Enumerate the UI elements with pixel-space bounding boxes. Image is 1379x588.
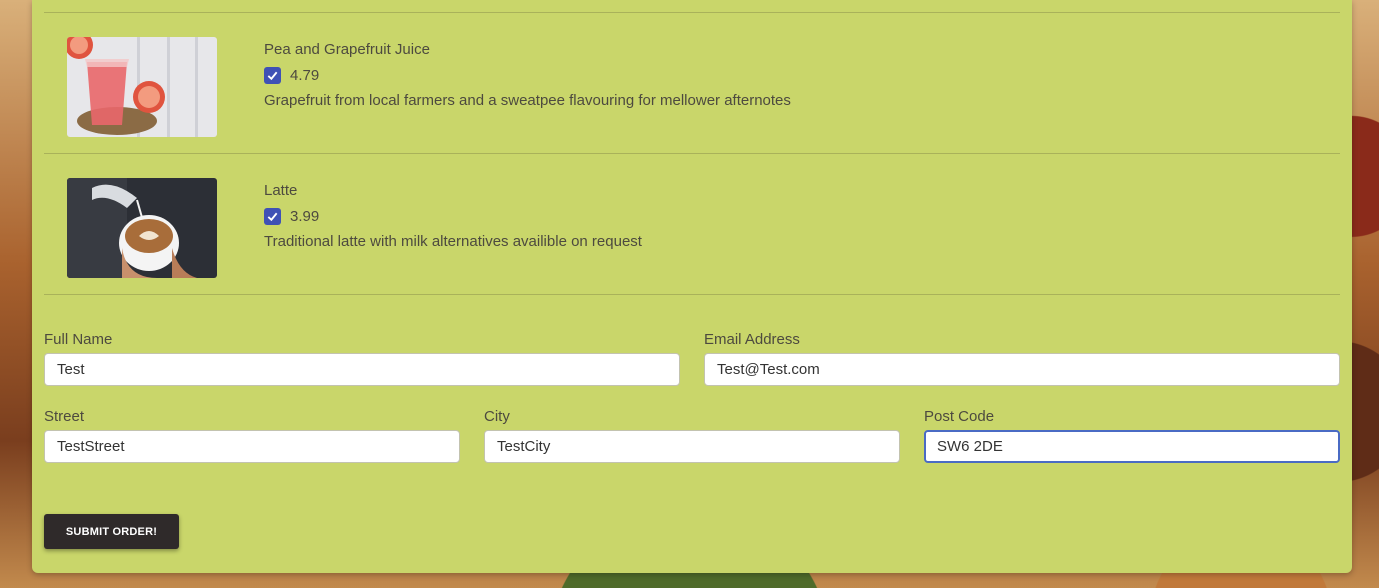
item-checkbox[interactable] — [264, 208, 281, 225]
latte-image — [67, 178, 217, 278]
price-row: 3.99 — [264, 208, 642, 225]
city-label: City — [484, 408, 510, 425]
full-name-input[interactable]: Test — [44, 353, 680, 386]
item-description: Traditional latte with milk alternatives… — [264, 233, 642, 250]
post-code-label: Post Code — [924, 408, 995, 425]
email-label: Email Address — [704, 331, 800, 348]
item-price: 4.79 — [290, 67, 320, 84]
submit-order-button[interactable]: SUBMIT ORDER! — [44, 514, 179, 549]
checkmark-icon — [267, 212, 278, 222]
city-input[interactable]: TestCity — [484, 430, 900, 463]
divider — [44, 294, 1340, 295]
checkmark-icon — [267, 71, 278, 81]
grapefruit-juice-image — [67, 37, 217, 137]
street-input[interactable]: TestStreet — [44, 430, 460, 463]
divider — [44, 153, 1340, 154]
item-checkbox[interactable] — [264, 67, 281, 84]
order-panel: Pea and Grapefruit Juice 4.79 Grapefruit… — [32, 0, 1352, 573]
item-description: Grapefruit from local farmers and a swea… — [264, 92, 791, 109]
item-name: Pea and Grapefruit Juice — [264, 41, 430, 58]
menu-item: Pea and Grapefruit Juice 4.79 Grapefruit… — [32, 37, 1352, 177]
post-code-input[interactable]: SW6 2DE — [924, 430, 1340, 463]
price-row: 4.79 — [264, 67, 791, 84]
item-name: Latte — [264, 182, 298, 199]
menu-item: Latte 3.99 Traditional latte with milk a… — [32, 178, 1352, 318]
item-price: 3.99 — [290, 208, 320, 225]
item-details: Pea and Grapefruit Juice 4.79 Grapefruit… — [264, 41, 791, 109]
email-input[interactable]: Test@Test.com — [704, 353, 1340, 386]
street-label: Street — [44, 408, 85, 425]
item-details: Latte 3.99 Traditional latte with milk a… — [264, 182, 642, 250]
divider — [44, 12, 1340, 13]
full-name-label: Full Name — [44, 331, 113, 348]
